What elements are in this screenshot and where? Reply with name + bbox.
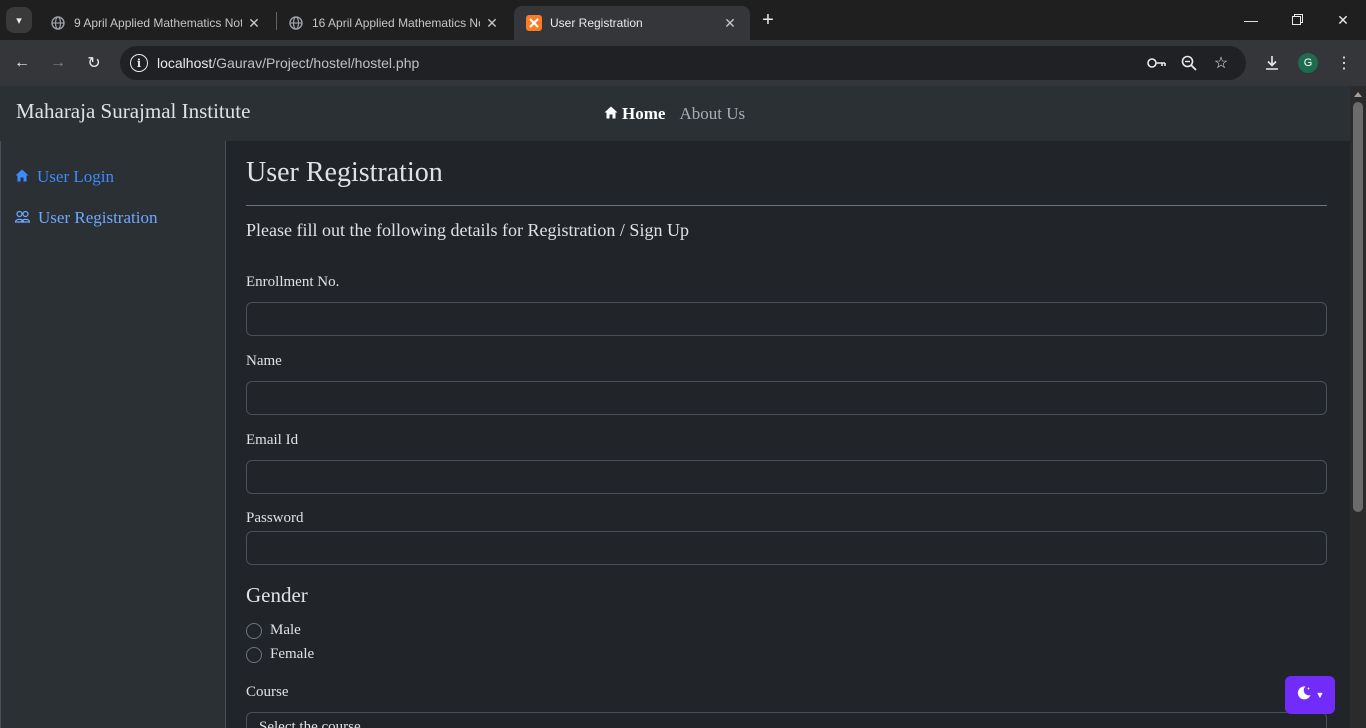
course-select[interactable]: Select the course <box>246 712 1327 728</box>
url-text[interactable]: localhost/Gaurav/Project/hostel/hostel.p… <box>157 55 419 71</box>
close-icon[interactable]: ✕ <box>242 11 266 35</box>
minimize-icon: — <box>1244 12 1258 28</box>
close-window-button[interactable]: ✕ <box>1320 0 1366 40</box>
radio-male[interactable] <box>246 622 262 639</box>
tab-title: User Registration <box>550 16 643 30</box>
email-input[interactable] <box>246 460 1327 494</box>
close-icon[interactable]: ✕ <box>480 11 504 35</box>
globe-icon <box>50 15 66 31</box>
address-bar[interactable]: i localhost/Gaurav/Project/hostel/hostel… <box>120 46 1246 80</box>
sidebar-item-user-registration[interactable]: User Registration <box>14 208 158 228</box>
site-brand[interactable]: Maharaja Surajmal Institute <box>16 99 250 124</box>
password-input[interactable] <box>246 531 1327 565</box>
forward-button[interactable]: → <box>46 51 70 75</box>
course-label: Course <box>246 684 289 700</box>
name-input[interactable] <box>246 381 1327 415</box>
more-menu-icon[interactable]: ⋮ <box>1332 51 1356 75</box>
browser-tab-1[interactable]: 9 April Applied Mathematics Notes ✕ <box>38 6 274 40</box>
home-icon <box>604 104 618 124</box>
sidebar: User Login User Registration <box>0 141 226 728</box>
site-navbar: Maharaja Surajmal Institute Home About U… <box>0 86 1350 141</box>
nav-link-about[interactable]: About Us <box>679 104 745 124</box>
reload-button[interactable]: ↻ <box>82 51 106 75</box>
gender-option-female[interactable]: Female <box>246 646 314 663</box>
url-host: localhost <box>157 55 213 71</box>
star-icon[interactable]: ☆ <box>1211 53 1231 73</box>
zoom-icon[interactable] <box>1179 53 1199 73</box>
divider <box>246 205 1327 206</box>
sidebar-item-label: User Registration <box>38 208 158 227</box>
browser-tab-strip: ▾ 9 April Applied Mathematics Notes ✕ 16… <box>0 0 1366 40</box>
plus-icon: + <box>762 8 774 31</box>
users-icon <box>14 208 31 228</box>
restore-icon <box>1291 12 1303 28</box>
nav-link-label: Home <box>622 104 666 123</box>
arrow-right-icon: → <box>50 54 66 71</box>
gender-heading: Gender <box>246 583 308 607</box>
name-label: Name <box>246 353 282 369</box>
enrollment-input[interactable] <box>246 302 1327 336</box>
password-label: Password <box>246 510 304 526</box>
web-page: Maharaja Surajmal Institute Home About U… <box>0 86 1350 728</box>
tab-title: 9 April Applied Mathematics Notes <box>74 16 242 30</box>
moon-stars-icon <box>1296 685 1312 706</box>
nav-links: Home About Us <box>604 104 745 124</box>
browser-tab-2[interactable]: 16 April Applied Mathematics Notes ✕ <box>276 6 512 40</box>
key-icon[interactable] <box>1147 53 1167 73</box>
radio-label: Male <box>270 622 301 638</box>
url-path: /Gaurav/Project/hostel/hostel.php <box>212 55 420 71</box>
course-select-value: Select the course <box>259 719 361 728</box>
radio-female[interactable] <box>246 646 262 663</box>
minimize-button[interactable]: — <box>1228 0 1274 40</box>
browser-toolbar: ← → ↻ i localhost/Gaurav/Project/hostel/… <box>0 40 1366 86</box>
scrollbar-thumb[interactable] <box>1353 102 1363 512</box>
gender-option-male[interactable]: Male <box>246 622 301 639</box>
tab-title: 16 April Applied Mathematics Notes <box>312 16 480 30</box>
profile-avatar[interactable]: G <box>1298 53 1318 73</box>
close-icon: ✕ <box>1337 11 1349 28</box>
download-icon[interactable] <box>1260 51 1284 75</box>
page-title: User Registration <box>246 157 443 188</box>
scroll-up-icon[interactable] <box>1354 92 1362 97</box>
sidebar-item-user-login[interactable]: User Login <box>15 167 114 187</box>
form-subtitle: Please fill out the following details fo… <box>246 220 689 240</box>
home-icon <box>15 167 29 187</box>
globe-icon <box>288 15 304 31</box>
page-scrollbar[interactable] <box>1350 86 1366 728</box>
xampp-icon <box>526 15 542 31</box>
back-button[interactable]: ← <box>10 51 34 75</box>
sidebar-item-label: User Login <box>37 167 114 186</box>
nav-link-home[interactable]: Home <box>604 104 665 124</box>
info-icon[interactable]: i <box>130 54 148 72</box>
radio-label: Female <box>270 646 315 662</box>
close-icon[interactable]: ✕ <box>718 11 742 35</box>
tab-search-button[interactable]: ▾ <box>6 7 32 33</box>
restore-button[interactable] <box>1274 0 1320 40</box>
reload-icon: ↻ <box>87 55 101 72</box>
arrow-left-icon: ← <box>14 54 30 71</box>
theme-toggle-button[interactable]: ▼ <box>1285 676 1335 714</box>
new-tab-button[interactable]: + <box>756 8 780 32</box>
browser-tab-3[interactable]: User Registration ✕ <box>514 6 750 40</box>
caret-down-icon: ▼ <box>1315 690 1325 700</box>
email-label: Email Id <box>246 432 299 448</box>
enrollment-label: Enrollment No. <box>246 274 340 290</box>
chevron-down-icon: ▾ <box>16 14 22 27</box>
